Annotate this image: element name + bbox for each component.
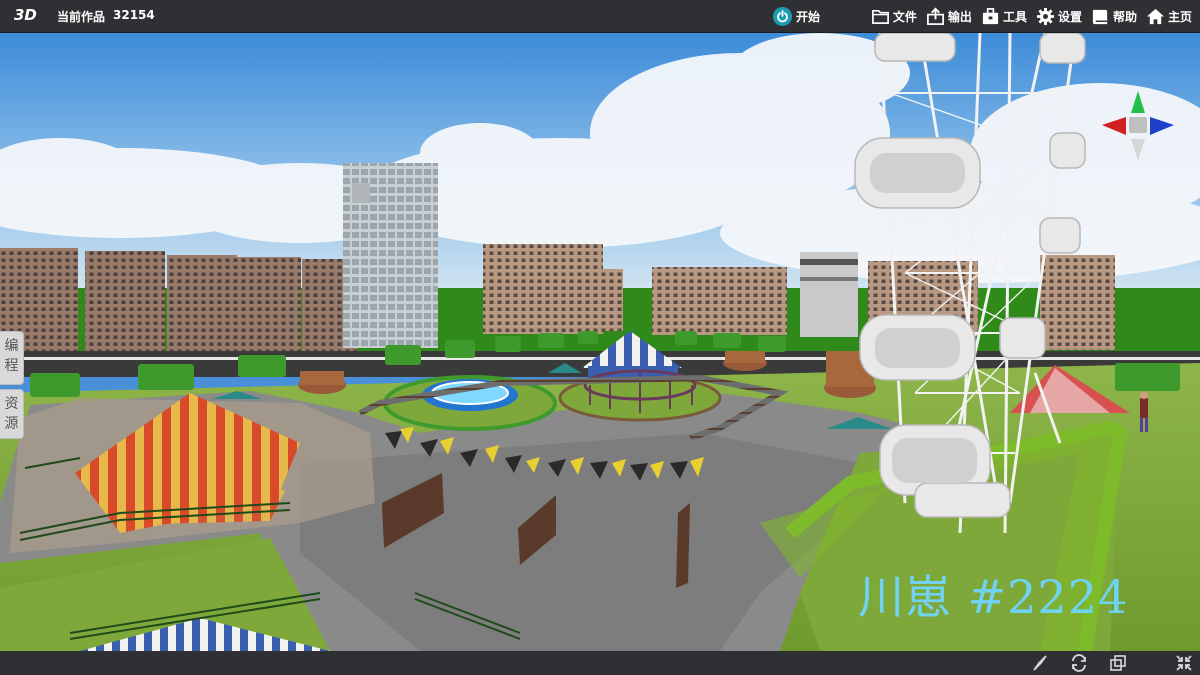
- export-icon: [926, 7, 944, 25]
- watermark-text: 川崽 #2224: [858, 570, 1129, 624]
- amusement-park-scene: [0, 33, 1200, 651]
- gear-icon: [1036, 7, 1055, 25]
- tab-resources[interactable]: 资源: [0, 389, 24, 439]
- menu-help[interactable]: 帮助: [1091, 7, 1137, 26]
- app-brand: 3D: [14, 6, 37, 24]
- home-icon: [1146, 8, 1165, 24]
- rotate-icon[interactable]: [1069, 653, 1089, 673]
- menu-help-label: 帮助: [1112, 9, 1137, 24]
- menu-file-label: 文件: [892, 9, 917, 24]
- current-work-id: 32154: [113, 8, 155, 22]
- bottom-bar: [0, 651, 1200, 675]
- 3d-viewport[interactable]: 编程 资源 川崽 #2224: [0, 33, 1200, 651]
- start-label: 开始: [796, 9, 821, 24]
- menu-tools-label: 工具: [1002, 9, 1027, 24]
- menu-tools[interactable]: 工具: [981, 7, 1027, 26]
- menu-settings[interactable]: 设置: [1036, 7, 1082, 26]
- menu-home-label: 主页: [1167, 9, 1192, 24]
- tab-programming[interactable]: 编程: [0, 331, 24, 385]
- folder-icon: [871, 9, 889, 24]
- main-menu: 文件 输出 工具 设置 帮助 主页: [862, 5, 1192, 27]
- start-button[interactable]: 开始: [773, 5, 820, 27]
- book-icon: [1092, 9, 1108, 24]
- shrink-icon[interactable]: [1174, 653, 1194, 673]
- menu-export-label: 输出: [947, 9, 972, 24]
- compass-icon[interactable]: [1030, 653, 1050, 673]
- toolbox-icon: [982, 7, 999, 24]
- menu-file[interactable]: 文件: [871, 7, 917, 26]
- menu-export[interactable]: 输出: [926, 7, 972, 26]
- current-work-label: 当前作品: [57, 10, 106, 24]
- copy-icon[interactable]: [1108, 653, 1128, 673]
- menu-settings-label: 设置: [1057, 9, 1082, 24]
- menu-home[interactable]: 主页: [1146, 7, 1192, 26]
- power-icon: [773, 6, 792, 26]
- top-bar: 3D 当前作品 32154 开始 文件 输出 工具 设置 帮助 主页: [0, 0, 1200, 33]
- axis-gizmo[interactable]: [1100, 87, 1176, 163]
